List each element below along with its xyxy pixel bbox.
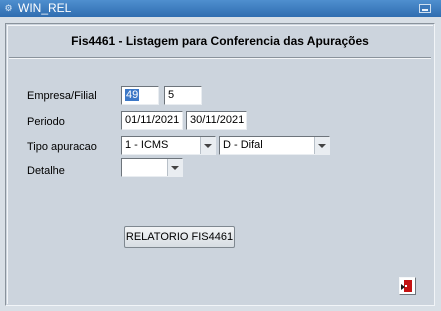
exit-door-icon (404, 280, 412, 292)
minimize-button[interactable] (419, 4, 431, 13)
title-bar: ⚙ WIN_REL (0, 0, 441, 17)
report-button[interactable]: RELATORIO FIS4461 (124, 226, 235, 248)
app-icon: ⚙ (4, 3, 13, 13)
empresa-field[interactable]: 49 (121, 86, 159, 105)
tipo-apuracao-label: Tipo apuracao (27, 141, 97, 153)
divider (9, 57, 431, 59)
detalhe-label: Detalhe (27, 165, 65, 177)
arrow-icon (401, 284, 405, 290)
periodo-inicio-field[interactable]: 01/11/2021 (121, 111, 183, 130)
form-panel: Fis4461 - Listagem para Conferencia das … (5, 23, 435, 306)
chevron-down-icon[interactable] (167, 159, 182, 176)
filial-field[interactable]: 5 (164, 86, 202, 105)
tipo-apuracao-select-2[interactable]: D - Difal (219, 136, 330, 155)
chevron-down-icon[interactable] (200, 137, 215, 154)
periodo-fim-field[interactable]: 30/11/2021 (186, 111, 247, 130)
exit-button[interactable] (399, 277, 416, 295)
page-title: Fis4461 - Listagem para Conferencia das … (71, 34, 369, 48)
periodo-label: Periodo (27, 116, 65, 128)
window-title: WIN_REL (18, 1, 72, 15)
tipo-apuracao-select-1[interactable]: 1 - ICMS (121, 136, 216, 155)
chevron-down-icon[interactable] (314, 137, 329, 154)
detalhe-select[interactable] (121, 158, 183, 177)
empresa-filial-label: Empresa/Filial (27, 90, 97, 102)
